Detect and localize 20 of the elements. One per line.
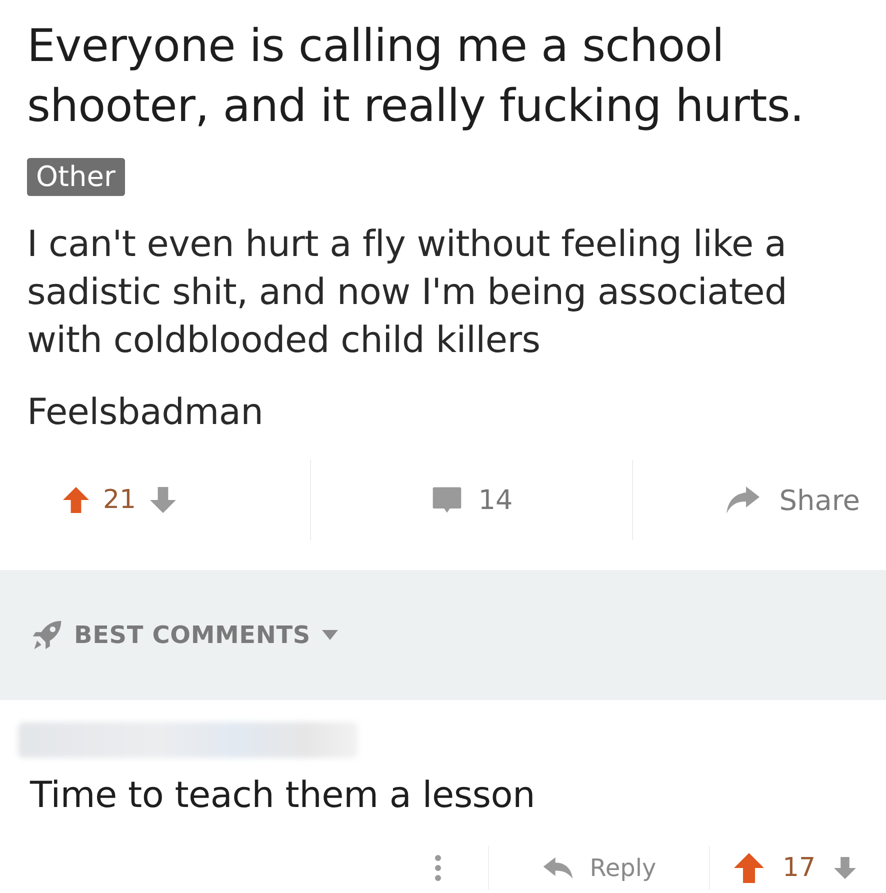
vote-score: 21 xyxy=(103,485,136,515)
more-options-icon[interactable] xyxy=(434,854,442,882)
reply-arrow-icon xyxy=(542,856,574,880)
share-button[interactable]: Share xyxy=(725,484,860,516)
upvote-arrow-icon[interactable] xyxy=(63,487,89,513)
sort-button[interactable]: BEST COMMENTS xyxy=(30,618,339,652)
comment-score: 17 xyxy=(782,853,816,883)
share-arrow-icon xyxy=(725,485,762,515)
post-paragraph: Feelsbadman xyxy=(27,391,264,435)
downvote-arrow-icon[interactable] xyxy=(834,857,856,879)
downvote-arrow-icon[interactable] xyxy=(150,487,176,513)
comment-text: Time to teach them a lesson xyxy=(30,774,536,818)
upvote-arrow-icon[interactable] xyxy=(734,853,764,883)
caret-down-icon xyxy=(320,629,339,641)
rocket-icon xyxy=(30,618,64,652)
post-paragraph: I can't even hurt a fly without feeling like a sadistic shit, and now I'm being associated with coldblooded child killers xyxy=(27,223,788,363)
post-title: Everyone is calling me a school shooter, and it really fucking hurts. xyxy=(27,18,805,134)
flair-tag: Other xyxy=(27,158,125,196)
comment-count: 14 xyxy=(478,484,513,516)
reply-button[interactable]: Reply xyxy=(542,854,656,882)
